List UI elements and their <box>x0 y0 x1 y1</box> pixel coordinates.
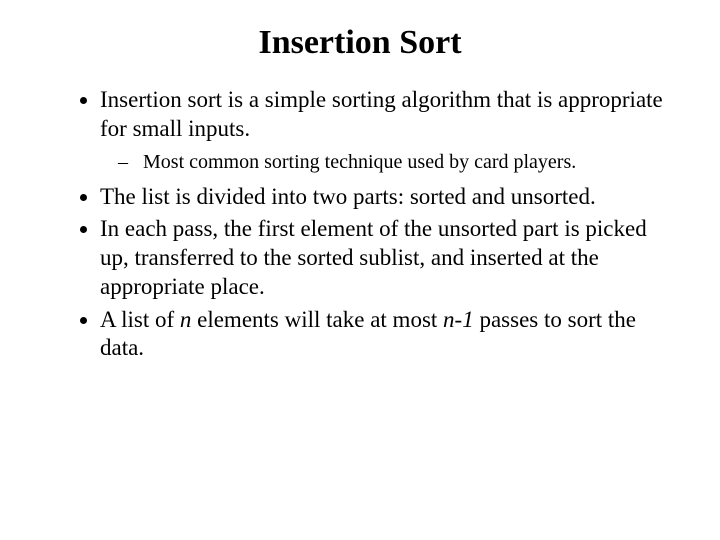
bullet-item-2: The list is divided into two parts: sort… <box>100 183 676 212</box>
bullet-item-3: In each pass, the first element of the u… <box>100 215 676 301</box>
bullet-text-2: The list is divided into two parts: sort… <box>100 184 596 209</box>
bullet-text-1: Insertion sort is a simple sorting algor… <box>100 87 663 141</box>
bullet-text-4-pre: A list of <box>100 307 180 332</box>
sub-bullet-list: Most common sorting technique used by ca… <box>100 150 676 175</box>
slide: Insertion Sort Insertion sort is a simpl… <box>0 0 720 540</box>
sub-bullet-text-1: Most common sorting technique used by ca… <box>143 151 576 173</box>
slide-title: Insertion Sort <box>44 24 676 62</box>
bullet-text-4-n: n <box>180 307 192 332</box>
bullet-item-1: Insertion sort is a simple sorting algor… <box>100 86 676 175</box>
bullet-text-3: In each pass, the first element of the u… <box>100 216 647 299</box>
bullet-list: Insertion sort is a simple sorting algor… <box>44 86 676 363</box>
bullet-text-4-mid: elements will take at most <box>191 307 443 332</box>
bullet-text-4-n1: n-1 <box>443 307 474 332</box>
sub-bullet-item-1: Most common sorting technique used by ca… <box>138 150 676 175</box>
bullet-item-4: A list of n elements will take at most n… <box>100 306 676 364</box>
